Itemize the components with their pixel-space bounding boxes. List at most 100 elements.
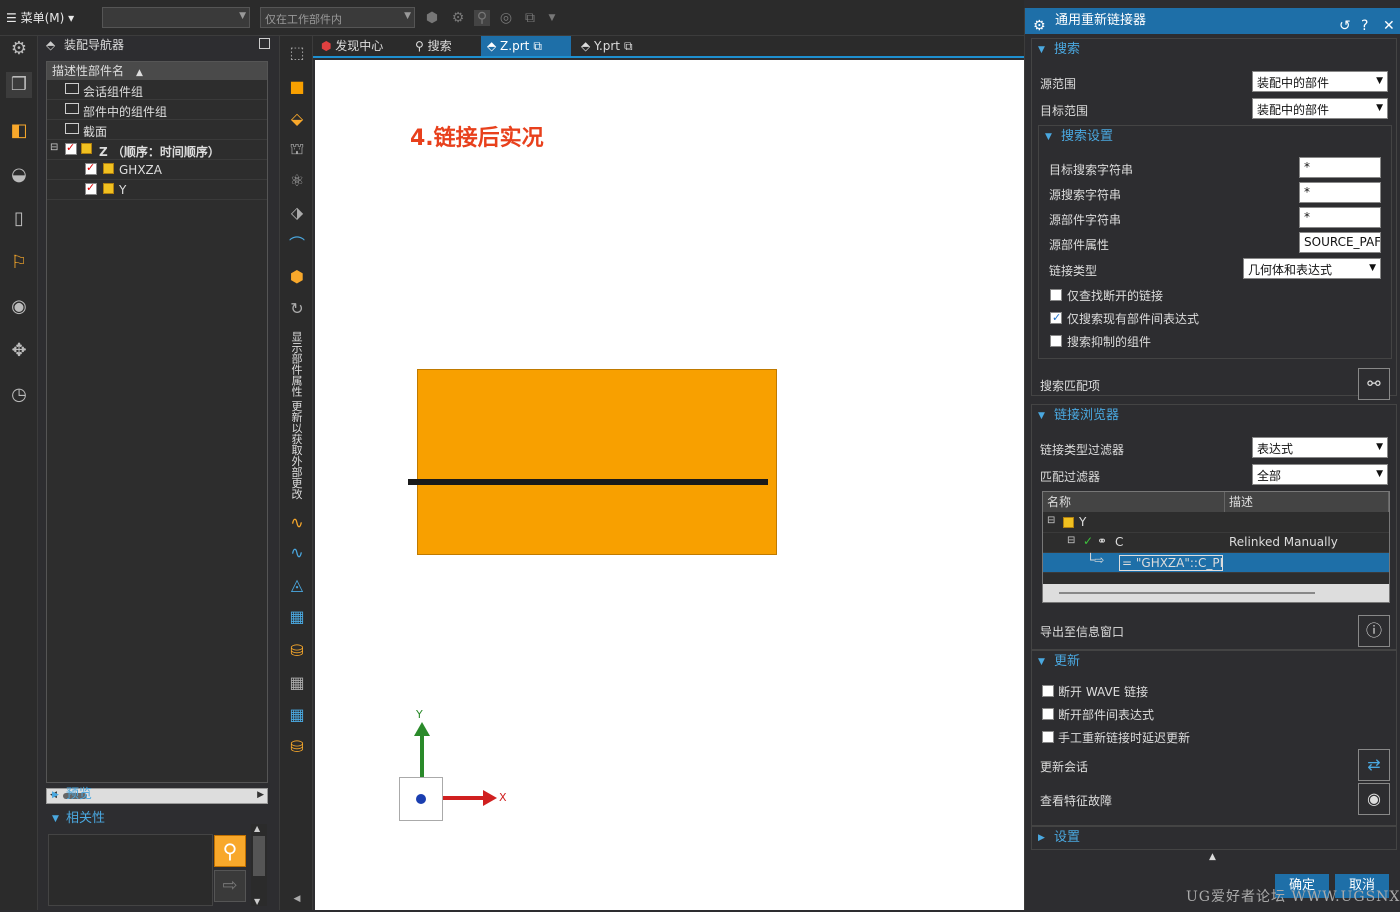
break-expr-checkbox[interactable] — [1042, 708, 1054, 720]
tab-y-prt[interactable]: ⬘ Y.prt ⧉ — [575, 36, 639, 56]
info-icon[interactable]: ⓘ — [1358, 615, 1390, 647]
existing-expressions-label: 仅搜索现有部件间表达式 — [1067, 312, 1200, 326]
visibility-checkbox[interactable] — [65, 141, 77, 155]
history-icon[interactable]: ◷ — [6, 382, 32, 408]
update-label: 更新 — [1054, 654, 1081, 669]
delay-update-checkbox[interactable] — [1042, 731, 1054, 743]
add-component-icon[interactable]: ⬙ — [284, 106, 310, 132]
search-icon[interactable]: ⚲ — [214, 835, 246, 867]
existing-expressions-checkbox[interactable] — [1050, 311, 1062, 324]
reset-icon[interactable]: ↺ — [1339, 13, 1351, 39]
orange-solid-body[interactable] — [417, 369, 777, 555]
assembly-tool-icon[interactable]: ⚙ — [450, 10, 466, 26]
tab-discover[interactable]: ⬢ 发现中心 — [315, 36, 389, 56]
move-component-icon[interactable]: ⛫ — [284, 136, 310, 162]
preview-section[interactable]: ▶ 预览 — [46, 784, 252, 806]
hd3d-tools-icon[interactable]: ⚐ — [6, 250, 32, 276]
assembly-navigator-icon[interactable]: ❒ — [6, 72, 32, 98]
tree-row-assembly-z[interactable]: ⊟ Z （顺序：时间顺序） — [47, 140, 267, 160]
graphics-window[interactable]: 4.链接后实况 Y X — [315, 60, 1024, 910]
relink-icon[interactable]: ⛁ — [284, 734, 310, 760]
selection-filter-dropdown[interactable]: ▼ — [102, 7, 250, 28]
select-tool-icon[interactable]: ⬢ — [424, 10, 440, 26]
dependency-section[interactable]: ▼ 相关性 — [46, 808, 252, 830]
collapse-icon[interactable]: ⊟ — [50, 142, 58, 153]
gear-icon[interactable]: ⚙ — [1033, 13, 1046, 39]
table-icon[interactable]: ▦ — [284, 670, 310, 696]
settings-group: ▶ 设置 — [1031, 826, 1397, 850]
process-studio-icon[interactable]: ✥ — [6, 338, 32, 364]
solid-icon[interactable]: ⬢ — [284, 264, 310, 290]
orange-block-icon[interactable]: ■ — [284, 74, 310, 100]
surface-icon[interactable]: ◬ — [284, 572, 310, 598]
wave-link-icon[interactable]: ∿ — [284, 540, 310, 566]
link-type-select[interactable]: 几何体和表达式 ▼ — [1243, 258, 1381, 279]
tab-z-prt[interactable]: ⬘ Z.prt ⧉ — [481, 36, 571, 56]
target-search-input[interactable]: * — [1299, 157, 1381, 178]
vertical-scrollbar[interactable]: ▲ ▼ — [251, 824, 267, 906]
update-session-icon[interactable]: ⇄ — [1358, 749, 1390, 781]
link-row-c[interactable]: ⊟ ✓ ⚭ C Relinked Manually — [1043, 533, 1389, 553]
target-scope-select[interactable]: 装配中的部件 ▼ — [1252, 98, 1388, 119]
search-settings-header[interactable]: ▼ 搜索设置 — [1039, 126, 1113, 148]
maximize-icon[interactable] — [259, 38, 270, 49]
name-column-header[interactable]: 名称 — [1043, 492, 1225, 512]
help-icon[interactable]: ? — [1361, 13, 1368, 39]
spreadsheet-icon[interactable]: ▦ — [284, 702, 310, 728]
close-icon[interactable]: ✕ — [1383, 13, 1395, 39]
search-header[interactable]: ▼ 搜索 — [1032, 39, 1080, 61]
menu-button[interactable]: ☰ 菜单(M) ▾ — [6, 9, 74, 26]
source-scope-select[interactable]: 装配中的部件 ▼ — [1252, 71, 1388, 92]
tab-search[interactable]: ⚲ 搜索 — [409, 36, 458, 56]
type-filter-select[interactable]: 表达式 ▼ — [1252, 437, 1388, 458]
visibility-checkbox[interactable] — [85, 181, 97, 195]
source-search-input[interactable]: * — [1299, 182, 1381, 203]
view-tool-icon[interactable]: ⧉ — [522, 10, 538, 26]
remove-component-icon[interactable]: ⬗ — [284, 200, 310, 226]
collapse-dialog-icon[interactable]: ▲ — [1209, 852, 1216, 862]
column-header[interactable]: 描述性部件名 ▲ — [47, 62, 267, 80]
collapse-toolbar-icon[interactable]: ◀ — [284, 886, 310, 912]
grid-scrollbar[interactable] — [1043, 584, 1389, 602]
tree-row-ghxza[interactable]: GHXZA — [47, 160, 267, 180]
tree-row[interactable]: 会话组件组 — [47, 80, 267, 100]
more-dropdown-icon[interactable]: ▼ — [544, 10, 560, 26]
match-filter-select[interactable]: 全部 ▼ — [1252, 464, 1388, 485]
select-feature-icon[interactable]: ⚲ — [474, 10, 490, 26]
suppressed-components-checkbox[interactable] — [1050, 335, 1062, 347]
desc-column-header[interactable]: 描述 — [1225, 492, 1389, 512]
view-failure-icon[interactable]: ◉ — [1358, 783, 1390, 815]
database-icon[interactable]: ⛁ — [284, 638, 310, 664]
settings-header[interactable]: ▶ 设置 — [1032, 827, 1080, 849]
tree-row[interactable]: 截面 — [47, 120, 267, 140]
tree-row[interactable]: 部件中的组件组 — [47, 100, 267, 120]
break-wave-checkbox[interactable] — [1042, 685, 1054, 697]
constraint-navigator-icon[interactable]: ◧ — [6, 118, 32, 144]
constraints-icon[interactable]: ⚛ — [284, 168, 310, 194]
reuse-library-icon[interactable]: ▯ — [6, 206, 32, 232]
link-browser-header[interactable]: ▼ 链接浏览器 — [1032, 405, 1119, 427]
rotate-icon[interactable]: ↻ — [284, 296, 310, 322]
assembly-load-icon[interactable]: ⬚ — [284, 40, 310, 66]
arrow-right-icon[interactable]: ⇨ — [214, 870, 246, 902]
broken-links-checkbox[interactable] — [1050, 289, 1062, 301]
link-row-expression[interactable]: └⇨ = "GHXZA"::C_PI — [1043, 553, 1389, 573]
scope-dropdown[interactable]: 仅在工作部件内 ▼ — [260, 7, 415, 28]
modified-icon: ⧉ — [533, 39, 542, 53]
linked-line-body[interactable] — [408, 479, 768, 485]
curve-icon[interactable]: ⌒ — [284, 232, 310, 258]
wave-icon[interactable]: ∿ — [284, 510, 310, 536]
binoculars-icon[interactable]: ⚯ — [1358, 368, 1390, 400]
link-row-y[interactable]: ⊟ Y — [1043, 513, 1389, 533]
source-part-input[interactable]: * — [1299, 207, 1381, 228]
source-attr-input[interactable]: SOURCE_PAF — [1299, 232, 1381, 253]
mesh-icon[interactable]: ▦ — [284, 604, 310, 630]
update-header[interactable]: ▼ 更新 — [1032, 651, 1080, 673]
source-scope-value: 装配中的部件 — [1257, 76, 1330, 90]
snap-tool-icon[interactable]: ◎ — [498, 10, 514, 26]
visibility-checkbox[interactable] — [85, 161, 97, 175]
settings-icon[interactable]: ⚙ — [6, 36, 32, 62]
web-browser-icon[interactable]: ◉ — [6, 294, 32, 320]
part-navigator-icon[interactable]: ◒ — [6, 162, 32, 188]
tree-row-y[interactable]: Y — [47, 180, 267, 200]
